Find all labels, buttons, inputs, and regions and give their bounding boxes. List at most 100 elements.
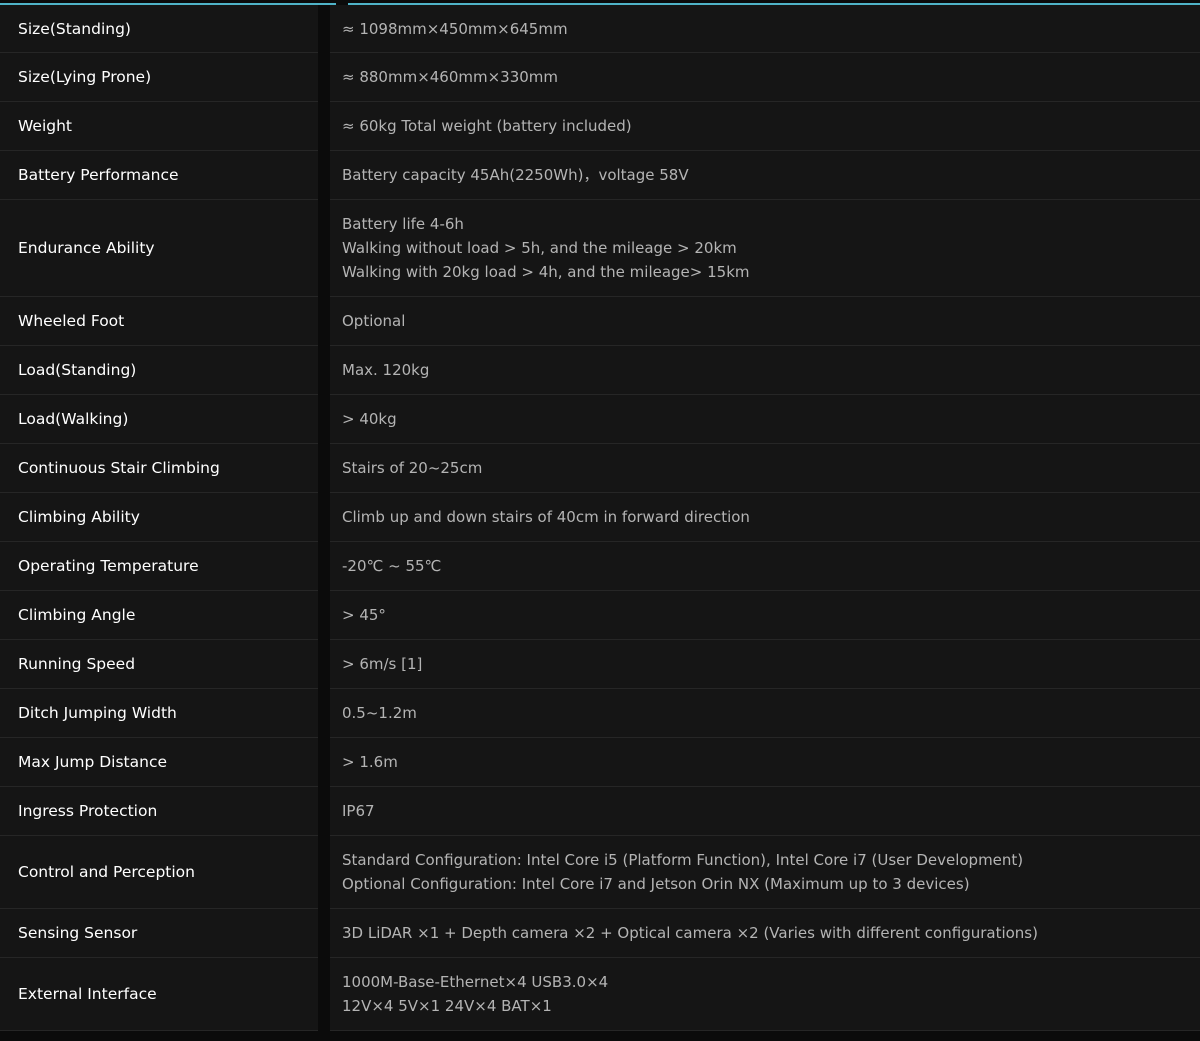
spec-value: Max. 120kg (330, 346, 1200, 395)
spec-value-line: Max. 120kg (342, 361, 430, 379)
spec-value-line: Standard Configuration: Intel Core i5 (P… (342, 851, 1024, 869)
spec-label: Weight (0, 102, 318, 151)
column-gap (318, 591, 330, 640)
column-gap (318, 958, 330, 1031)
spec-value: -20℃ ~ 55℃ (330, 542, 1200, 591)
column-gap (318, 493, 330, 542)
spec-value-line: Battery capacity 45Ah(2250Wh)，voltage 58… (342, 166, 689, 184)
column-gap (318, 102, 330, 151)
spec-value: > 6m/s [1] (330, 640, 1200, 689)
spec-label: Operating Temperature (0, 542, 318, 591)
spec-value: Optional (330, 297, 1200, 346)
spec-row: Climbing Ability Climb up and down stairs… (0, 493, 1200, 542)
spec-value-line: Climb up and down stairs of 40cm in forw… (342, 508, 750, 526)
spec-row: Continuous Stair Climbing Stairs of 20~25… (0, 444, 1200, 493)
column-gap (318, 689, 330, 738)
spec-label: Load(Standing) (0, 346, 318, 395)
spec-row: Battery Performance Battery capacity 45Ah… (0, 151, 1200, 200)
column-gap (318, 444, 330, 493)
spec-value: IP67 (330, 787, 1200, 836)
spec-label: Size(Lying Prone) (0, 53, 318, 102)
spec-value: Stairs of 20~25cm (330, 444, 1200, 493)
spec-label: Endurance Ability (0, 200, 318, 297)
column-gap (318, 836, 330, 909)
column-gap (318, 395, 330, 444)
spec-row: Endurance Ability Battery life 4-6h Walkin… (0, 200, 1200, 297)
spec-value: Standard Configuration: Intel Core i5 (P… (330, 836, 1200, 909)
spec-row: Climbing Angle > 45° (0, 591, 1200, 640)
column-gap (318, 738, 330, 787)
spec-value: 1000M-Base-Ethernet×4 USB3.0×4 12V×4 5V×1… (330, 958, 1200, 1031)
column-gap (318, 542, 330, 591)
spec-label: Continuous Stair Climbing (0, 444, 318, 493)
spec-value: Battery capacity 45Ah(2250Wh)，voltage 58… (330, 151, 1200, 200)
column-gap (318, 640, 330, 689)
spec-label: Ingress Protection (0, 787, 318, 836)
spec-row: Load(Walking) > 40kg (0, 395, 1200, 444)
spec-value-line: ≈ 1098mm×450mm×645mm (342, 19, 568, 38)
spec-value-line: Walking with 20kg load > 4h, and the mil… (342, 263, 750, 281)
spec-value: Climb up and down stairs of 40cm in forw… (330, 493, 1200, 542)
column-gap (318, 787, 330, 836)
spec-value: 0.5~1.2m (330, 689, 1200, 738)
spec-value-line: -20℃ ~ 55℃ (342, 557, 442, 575)
spec-value: Battery life 4-6h Walking without load > … (330, 200, 1200, 297)
spec-label: Climbing Ability (0, 493, 318, 542)
spec-row: Sensing Sensor 3D LiDAR ×1 + Depth camera… (0, 909, 1200, 958)
spec-value: ≈ 880mm×460mm×330mm (330, 53, 1200, 102)
spec-value-line: ≈ 880mm×460mm×330mm (342, 68, 559, 86)
spec-value: 3D LiDAR ×1 + Depth camera ×2 + Optical … (330, 909, 1200, 958)
spec-value-line: Stairs of 20~25cm (342, 459, 483, 477)
spec-label: Max Jump Distance (0, 738, 318, 787)
spec-value-line: > 40kg (342, 410, 397, 428)
spec-row: Control and Perception Standard Configura… (0, 836, 1200, 909)
spec-value-line: > 1.6m (342, 753, 398, 771)
spec-row: Ingress Protection IP67 (0, 787, 1200, 836)
spec-value-line: Walking without load > 5h, and the milea… (342, 239, 737, 257)
spec-value-line: > 6m/s [1] (342, 655, 423, 673)
spec-label: Control and Perception (0, 836, 318, 909)
column-gap (318, 53, 330, 102)
spec-label: Sensing Sensor (0, 909, 318, 958)
spec-value-line: ≈ 60kg Total weight (battery included) (342, 117, 632, 135)
spec-value: > 1.6m (330, 738, 1200, 787)
column-gap (318, 346, 330, 395)
column-gap (318, 200, 330, 297)
spec-value-line: Battery life 4-6h (342, 215, 464, 233)
spec-row: Ditch Jumping Width 0.5~1.2m (0, 689, 1200, 738)
spec-label: Battery Performance (0, 151, 318, 200)
column-gap (318, 909, 330, 958)
spec-row: Wheeled Foot Optional (0, 297, 1200, 346)
column-gap (318, 297, 330, 346)
spec-row: Operating Temperature -20℃ ~ 55℃ (0, 542, 1200, 591)
spec-label: Ditch Jumping Width (0, 689, 318, 738)
spec-value: ≈ 1098mm×450mm×645mm (330, 5, 1200, 53)
spec-value: > 40kg (330, 395, 1200, 444)
spec-value-line: 3D LiDAR ×1 + Depth camera ×2 + Optical … (342, 924, 1038, 942)
spec-value: ≈ 60kg Total weight (battery included) (330, 102, 1200, 151)
spec-value-line: Optional (342, 312, 406, 330)
spec-row: Size(Lying Prone) ≈ 880mm×460mm×330mm (0, 53, 1200, 102)
spec-value-line: 12V×4 5V×1 24V×4 BAT×1 (342, 997, 552, 1015)
spec-value-line: 1000M-Base-Ethernet×4 USB3.0×4 (342, 973, 609, 991)
spec-table: Size(Standing) ≈ 1098mm×450mm×645mm Size(L… (0, 0, 1200, 1031)
spec-value: > 45° (330, 591, 1200, 640)
spec-label: Climbing Angle (0, 591, 318, 640)
spec-row: Max Jump Distance > 1.6m (0, 738, 1200, 787)
spec-label: External Interface (0, 958, 318, 1031)
spec-value-line: IP67 (342, 802, 375, 820)
column-gap (318, 151, 330, 200)
spec-label: Load(Walking) (0, 395, 318, 444)
spec-value-line: Optional Configuration: Intel Core i7 an… (342, 875, 970, 893)
spec-row: Running Speed > 6m/s [1] (0, 640, 1200, 689)
spec-rows: Size(Standing) ≈ 1098mm×450mm×645mm Size(L… (0, 5, 1200, 1031)
column-gap (318, 5, 330, 53)
spec-row: Size(Standing) ≈ 1098mm×450mm×645mm (0, 5, 1200, 53)
spec-row: External Interface 1000M-Base-Ethernet×4 … (0, 958, 1200, 1031)
spec-label: Running Speed (0, 640, 318, 689)
spec-value-line: > 45° (342, 606, 386, 624)
spec-label: Size(Standing) (0, 5, 318, 53)
spec-label: Wheeled Foot (0, 297, 318, 346)
spec-value-line: 0.5~1.2m (342, 704, 417, 722)
spec-row: Load(Standing) Max. 120kg (0, 346, 1200, 395)
